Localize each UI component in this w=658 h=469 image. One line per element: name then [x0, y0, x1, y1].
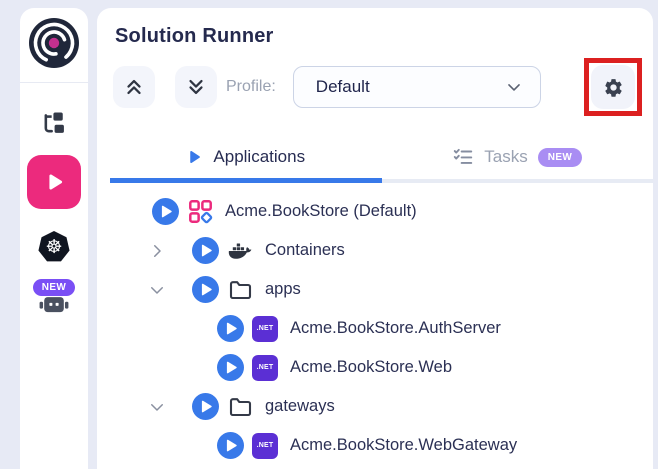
- docker-icon: [227, 238, 253, 264]
- new-badge: NEW: [538, 148, 583, 167]
- dotnet-icon: .NET: [252, 433, 278, 459]
- chevron-right-icon[interactable]: [148, 242, 166, 260]
- expand-all-button[interactable]: [175, 66, 217, 108]
- tab-label: Applications: [213, 147, 305, 167]
- tree-row[interactable]: Containers: [97, 231, 653, 270]
- kubernetes-icon: ☸: [38, 231, 70, 263]
- play-icon[interactable]: [217, 432, 244, 459]
- chevron-down-icon[interactable]: [148, 281, 166, 299]
- sidebar-item-solution-explorer[interactable]: [39, 109, 69, 137]
- tree-row[interactable]: .NET Acme.BookStore.AuthServer: [97, 309, 653, 348]
- tab-applications[interactable]: Applications: [110, 135, 382, 183]
- tree-row[interactable]: gateways: [97, 387, 653, 426]
- double-chevron-down-icon: [185, 76, 207, 98]
- tree-item-label: apps: [265, 280, 301, 299]
- settings-button[interactable]: [591, 65, 635, 109]
- tree-item-label: Acme.BookStore (Default): [225, 202, 417, 221]
- profile-select-value: Default: [316, 77, 370, 97]
- play-icon[interactable]: [217, 315, 244, 342]
- play-icon[interactable]: [192, 276, 219, 303]
- activity-sidebar: ☸ NEW: [20, 8, 88, 469]
- tree-item-label: Acme.BookStore.WebGateway: [290, 436, 517, 455]
- double-chevron-up-icon: [123, 76, 145, 98]
- dotnet-icon: .NET: [252, 355, 278, 381]
- folder-icon: [227, 394, 253, 420]
- tab-bar: Applications Tasks NEW: [110, 135, 653, 183]
- tab-tasks[interactable]: Tasks NEW: [382, 135, 654, 183]
- checklist-icon: [452, 146, 474, 168]
- abp-logo-icon: [27, 16, 81, 70]
- play-icon[interactable]: [217, 354, 244, 381]
- tree: Acme.BookStore (Default) Containers apps .N…: [97, 183, 653, 465]
- profile-select[interactable]: Default: [293, 66, 541, 108]
- profile-label: Profile:: [226, 78, 276, 96]
- sidebar-item-solution-runner[interactable]: [27, 155, 81, 209]
- solution-runner-panel: Solution Runner Profile: Default: [97, 8, 653, 469]
- tab-label: Tasks: [484, 147, 527, 167]
- tree-item-label: Acme.BookStore.AuthServer: [290, 319, 501, 338]
- tree-item-label: Acme.BookStore.Web: [290, 358, 452, 377]
- collapse-all-button[interactable]: [113, 66, 155, 108]
- gear-icon: [603, 77, 624, 98]
- sidebar-divider: [20, 82, 88, 83]
- page-title: Solution Runner: [97, 8, 653, 48]
- tree-row[interactable]: Acme.BookStore (Default): [97, 192, 653, 231]
- tree-item-label: gateways: [265, 397, 335, 416]
- folder-icon: [227, 277, 253, 303]
- chevron-down-icon: [504, 77, 524, 97]
- play-icon: [186, 148, 203, 166]
- solution-grid-icon: [187, 199, 213, 225]
- dotnet-icon: .NET: [252, 316, 278, 342]
- play-icon[interactable]: [152, 198, 179, 225]
- toolbar: Profile: Default: [113, 65, 642, 109]
- chevron-down-icon[interactable]: [148, 398, 166, 416]
- sidebar-item-kubernetes[interactable]: ☸: [38, 231, 70, 263]
- tree-item-label: Containers: [265, 241, 345, 260]
- sidebar-item-ai-assistant[interactable]: NEW: [22, 279, 86, 316]
- tree-row[interactable]: apps: [97, 270, 653, 309]
- play-icon[interactable]: [192, 237, 219, 264]
- settings-highlight-box: [584, 58, 642, 116]
- new-badge: NEW: [33, 279, 76, 296]
- tree-row[interactable]: .NET Acme.BookStore.WebGateway: [97, 426, 653, 465]
- solution-tree-icon: [40, 109, 68, 137]
- play-icon[interactable]: [192, 393, 219, 420]
- tree-row[interactable]: .NET Acme.BookStore.Web: [97, 348, 653, 387]
- play-icon: [43, 171, 65, 193]
